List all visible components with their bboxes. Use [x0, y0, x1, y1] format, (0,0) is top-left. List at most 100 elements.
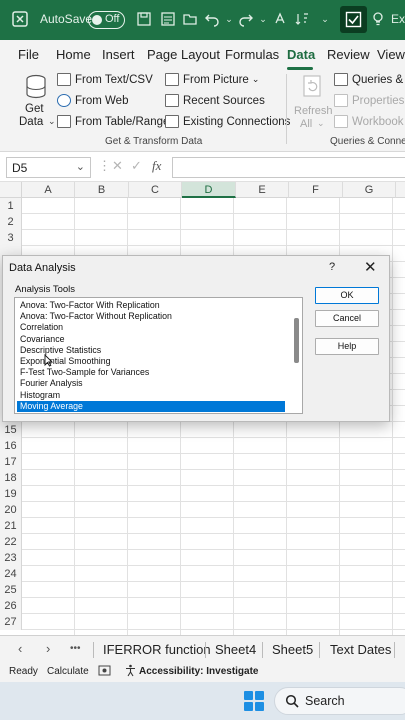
autosave-toggle[interactable]: Off	[88, 11, 125, 29]
row-header-22[interactable]: 22	[0, 534, 22, 550]
undo-icon[interactable]	[204, 11, 220, 27]
status-calculate[interactable]: Calculate	[47, 666, 89, 677]
row-header-21[interactable]: 21	[0, 518, 22, 534]
sheet-tab-iferror[interactable]: IFERROR function	[103, 642, 211, 657]
from-picture-button[interactable]: From Picture ⌄	[165, 73, 259, 86]
existing-connections-label: Existing Connections	[183, 115, 291, 128]
row-header-18[interactable]: 18	[0, 470, 22, 486]
sheet-separator	[262, 642, 263, 658]
list-item[interactable]: Descriptive Statistics	[19, 345, 287, 356]
tab-view[interactable]: View	[377, 47, 405, 62]
dialog-help-icon[interactable]: ?	[329, 261, 335, 273]
from-text-csv-button[interactable]: From Text/CSV	[57, 73, 153, 86]
row-header-15[interactable]: 15	[0, 422, 22, 438]
list-item[interactable]: Covariance	[19, 334, 287, 345]
next-sheet-icon[interactable]: ›	[46, 641, 50, 656]
dialog-title: Data Analysis	[9, 262, 76, 274]
row-header-27[interactable]: 27	[0, 614, 22, 630]
redo-dropdown-chevron-icon[interactable]: ⌄	[255, 11, 271, 27]
insert-function-icon[interactable]: fx	[152, 158, 161, 174]
row-header-26[interactable]: 26	[0, 598, 22, 614]
row-header-3[interactable]: 3	[0, 230, 22, 246]
list-item[interactable]: Correlation	[19, 322, 287, 333]
previous-sheet-icon[interactable]: ‹	[18, 641, 22, 656]
row-header-23[interactable]: 23	[0, 550, 22, 566]
taskbar-search[interactable]: Search	[274, 687, 405, 715]
list-item[interactable]: Anova: Two-Factor Without Replication	[19, 311, 287, 322]
column-header-a[interactable]: A	[22, 182, 75, 198]
recent-sources-button[interactable]: Recent Sources	[165, 94, 265, 107]
enter-entry-icon[interactable]: ✓	[131, 158, 142, 174]
queries-connections-button[interactable]: Queries & Co	[334, 73, 405, 86]
list-item[interactable]: Exponential Smoothing	[19, 356, 287, 367]
undo-dropdown-chevron-icon[interactable]: ⌄	[221, 11, 237, 27]
refresh-all-button[interactable]: Refresh All ⌄	[292, 72, 333, 132]
search-icon	[285, 694, 299, 713]
list-item[interactable]: Fourier Analysis	[19, 378, 287, 389]
cancel-button[interactable]: Cancel	[315, 310, 379, 327]
analysis-tools-listbox[interactable]: Anova: Two-Factor With Replication Anova…	[14, 297, 303, 414]
from-table-range-button[interactable]: From Table/Range	[57, 115, 169, 128]
column-header-d[interactable]: D	[182, 182, 236, 198]
ok-button[interactable]: OK	[315, 287, 379, 304]
more-sheets-icon[interactable]: •••	[70, 643, 81, 654]
accessibility-status[interactable]: Accessibility: Investigate	[139, 666, 259, 677]
column-header-e[interactable]: E	[236, 182, 289, 198]
tab-page-layout[interactable]: Page Layout	[147, 47, 220, 62]
folder-icon[interactable]	[182, 11, 198, 27]
formula-input[interactable]	[172, 157, 405, 178]
sheet-tab-sheet5[interactable]: Sheet5	[272, 642, 313, 657]
tab-review[interactable]: Review	[327, 47, 370, 62]
dialog-close-icon[interactable]: ✕	[364, 258, 377, 276]
row-header-25[interactable]: 25	[0, 582, 22, 598]
column-header-f[interactable]: F	[289, 182, 343, 198]
tab-formulas[interactable]: Formulas	[225, 47, 279, 62]
row-header-1[interactable]: 1	[0, 198, 22, 214]
save-icon[interactable]	[136, 11, 152, 27]
qat-customize-icon[interactable]: ⌄	[317, 11, 333, 27]
sheet-separator	[394, 642, 395, 658]
properties-button[interactable]: Properties	[334, 94, 404, 107]
lightbulb-icon[interactable]	[370, 11, 386, 27]
sheet-tab-sheet4[interactable]: Sheet4	[215, 642, 256, 657]
list-item-selected[interactable]: Moving Average	[17, 400, 285, 412]
listbox-scrollbar[interactable]	[291, 298, 302, 413]
list-item[interactable]: Histogram	[19, 390, 287, 401]
row-header-20[interactable]: 20	[0, 502, 22, 518]
column-header-b[interactable]: B	[75, 182, 129, 198]
tab-home[interactable]: Home	[56, 47, 91, 62]
form-icon[interactable]	[160, 11, 176, 27]
select-all-corner[interactable]	[0, 182, 22, 198]
accessibility-icon[interactable]	[124, 664, 137, 680]
excel-logo-icon	[12, 11, 28, 27]
existing-connections-button[interactable]: Existing Connections	[165, 115, 290, 128]
column-header-g[interactable]: G	[343, 182, 396, 198]
sheet-tab-text-dates[interactable]: Text Dates	[330, 642, 391, 657]
row-header-17[interactable]: 17	[0, 454, 22, 470]
sort-icon[interactable]	[294, 11, 310, 27]
row-header-2[interactable]: 2	[0, 214, 22, 230]
name-box[interactable]: D5 ⌄	[6, 157, 91, 178]
scrollbar-thumb[interactable]	[294, 318, 299, 363]
list-item[interactable]: F-Test Two-Sample for Variances	[19, 367, 287, 378]
row-header-16[interactable]: 16	[0, 438, 22, 454]
search-label: Search	[305, 694, 345, 708]
redo-icon[interactable]	[238, 11, 254, 27]
workbook-links-button[interactable]: Workbook Li	[334, 115, 405, 128]
tab-insert[interactable]: Insert	[102, 47, 135, 62]
checkbox-app-icon[interactable]	[340, 6, 367, 33]
from-web-button[interactable]: From Web	[57, 94, 128, 107]
windows-start-icon[interactable]	[244, 691, 264, 711]
cancel-entry-icon[interactable]: ✕	[112, 158, 123, 174]
get-data-button[interactable]: Get Data ⌄	[16, 72, 56, 132]
queries-icon	[334, 73, 348, 86]
row-header-19[interactable]: 19	[0, 486, 22, 502]
tab-file[interactable]: File	[18, 47, 39, 62]
column-header-c[interactable]: C	[129, 182, 182, 198]
row-header-24[interactable]: 24	[0, 566, 22, 582]
tab-data[interactable]: Data	[287, 47, 315, 62]
font-color-icon[interactable]	[272, 11, 288, 27]
list-item[interactable]: Anova: Two-Factor With Replication	[19, 300, 287, 311]
macro-recording-icon[interactable]	[98, 664, 111, 680]
help-button[interactable]: Help	[315, 338, 379, 355]
